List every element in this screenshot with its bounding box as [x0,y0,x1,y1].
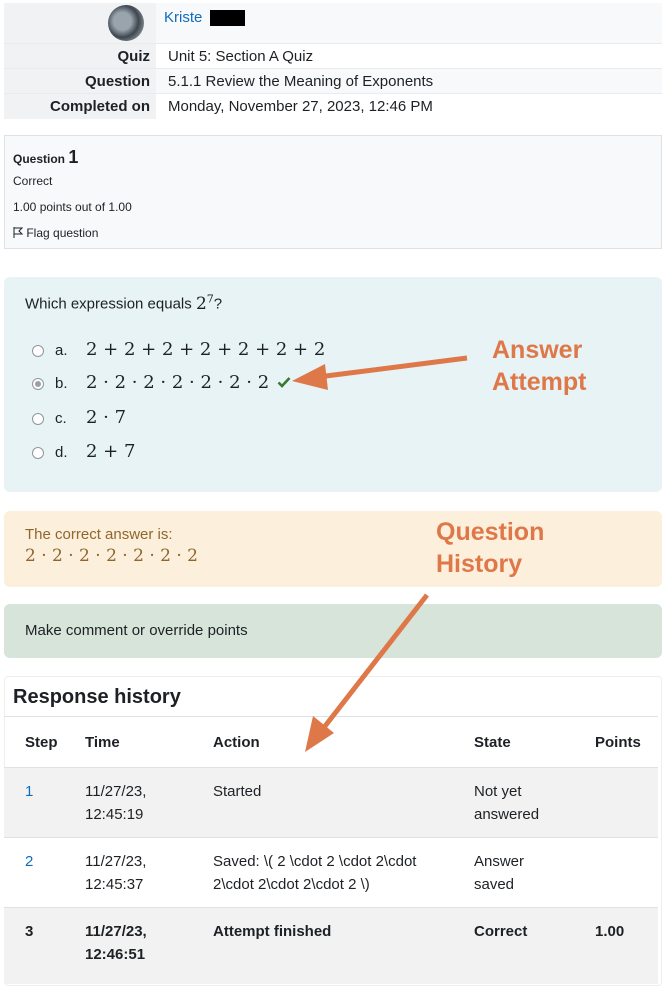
annotation-arrows [292,355,468,752]
arrow-question-history [305,593,429,752]
arrow-answer-attempt [292,355,468,390]
